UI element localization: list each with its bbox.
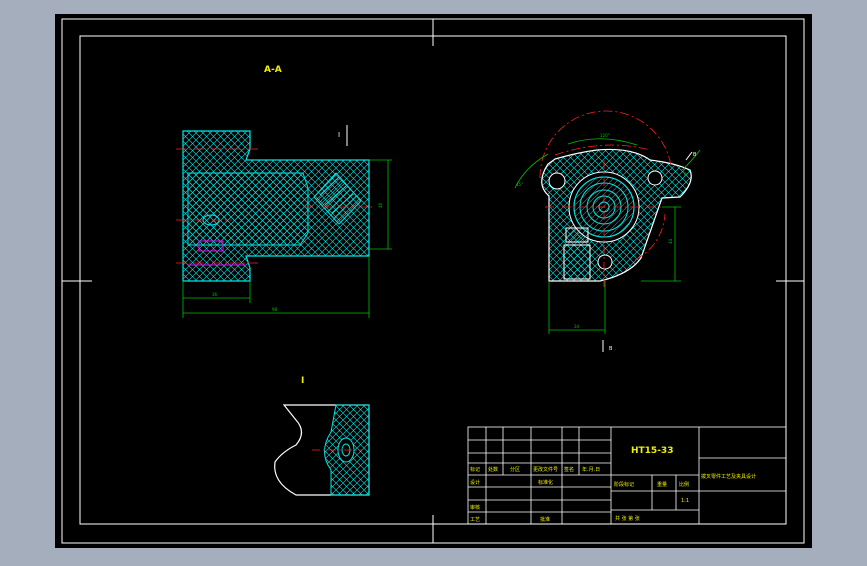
rev-col-4: 更改文件号 bbox=[533, 466, 558, 473]
stage-header: 阶段标记 bbox=[614, 481, 634, 488]
review-label: 审核 bbox=[470, 504, 480, 511]
pocket-upper bbox=[565, 227, 589, 243]
svg-text:45°: 45° bbox=[516, 182, 523, 187]
svg-text:120°: 120° bbox=[600, 133, 610, 138]
approve-label: 批准 bbox=[540, 516, 550, 523]
drawing-title: 拨叉零件工艺及夹具设计 bbox=[701, 473, 756, 480]
scale-header: 比例 bbox=[679, 481, 689, 488]
sheet-row: 共 张 第 张 bbox=[615, 515, 640, 522]
rev-col-5: 签名 bbox=[564, 466, 574, 473]
svg-text:34: 34 bbox=[574, 324, 580, 329]
drawing-number: HT15-33 bbox=[631, 446, 673, 456]
svg-text:46: 46 bbox=[378, 202, 383, 208]
svg-text:44: 44 bbox=[668, 238, 673, 244]
bore bbox=[187, 172, 309, 246]
rev-col-6: 年.月.日 bbox=[582, 466, 600, 473]
rev-col-2: 处数 bbox=[488, 466, 498, 473]
standard-label: 标准化 bbox=[538, 479, 553, 486]
rev-col-3: 分区 bbox=[510, 466, 520, 473]
cad-viewport[interactable]: A-A 36 98 46 I 45° 120° R 34 44 B B I HT… bbox=[0, 0, 867, 562]
rev-col-1: 标记 bbox=[470, 466, 480, 473]
bolt-hole-left bbox=[548, 172, 566, 190]
pocket-lower bbox=[563, 244, 591, 280]
detail-label: I bbox=[301, 376, 304, 386]
drawing-sheet bbox=[55, 14, 812, 548]
svg-text:36: 36 bbox=[212, 292, 218, 297]
drawing-canvas[interactable]: A-A 36 98 46 I 45° 120° R 34 44 B B I HT… bbox=[0, 0, 867, 562]
process-label: 工艺 bbox=[470, 517, 480, 523]
bolt-hole-bottom bbox=[597, 254, 613, 270]
view-marker-bottom: B bbox=[609, 346, 613, 352]
bolt-hole-right bbox=[647, 170, 663, 186]
svg-text:98: 98 bbox=[272, 307, 278, 312]
section-marker: I bbox=[338, 131, 340, 139]
weight-header: 重量 bbox=[657, 481, 667, 488]
svg-text:R: R bbox=[684, 172, 687, 177]
view-marker-right: B bbox=[693, 152, 697, 158]
scale-value: 1:1 bbox=[681, 498, 689, 504]
design-label: 设计 bbox=[470, 479, 480, 486]
section-label: A-A bbox=[264, 65, 282, 75]
